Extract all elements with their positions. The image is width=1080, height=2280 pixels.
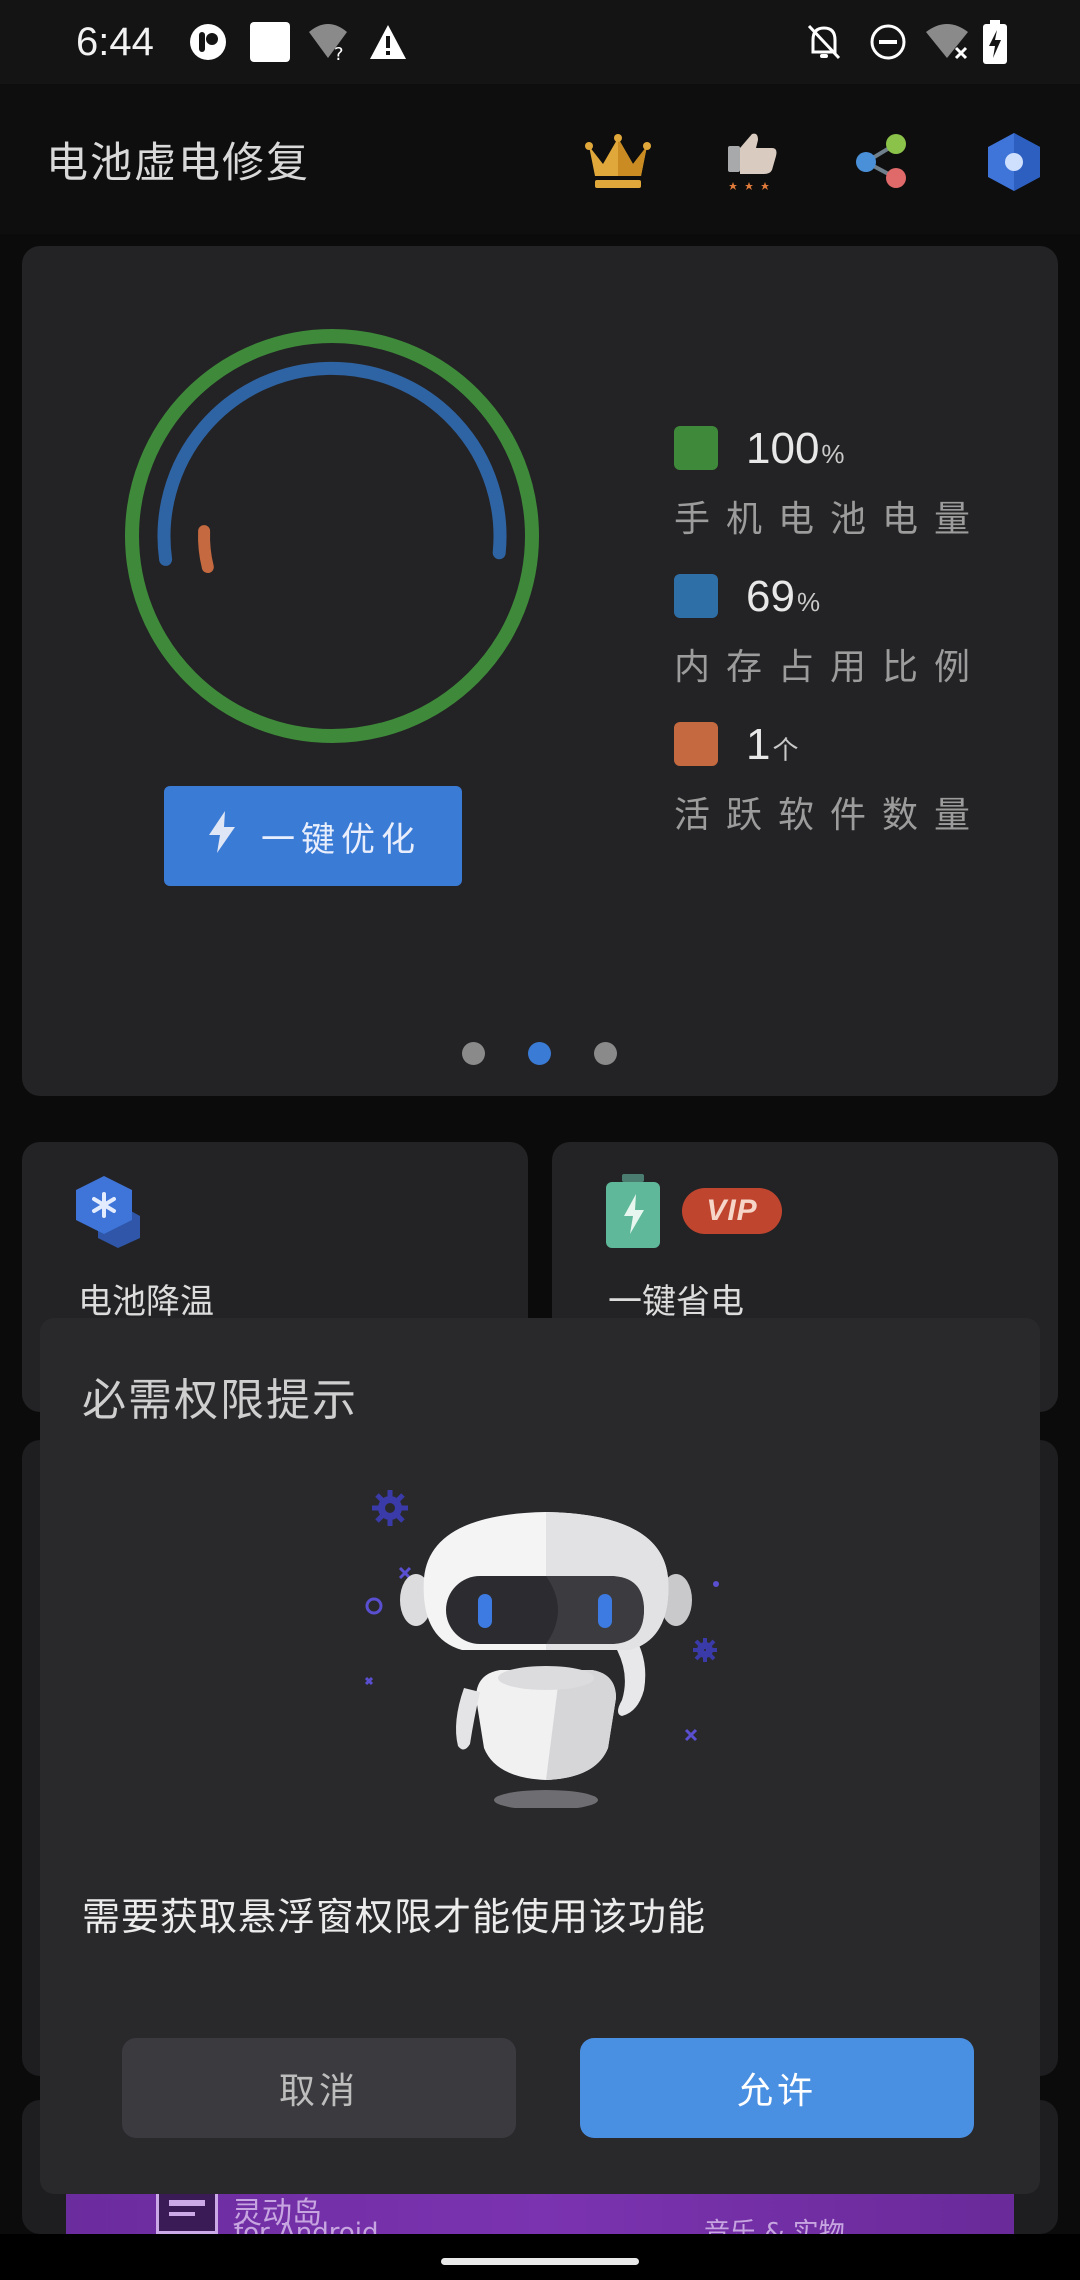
cancel-button[interactable]: 取消 <box>122 2038 516 2138</box>
robot-illustration-icon <box>364 1490 719 1808</box>
navigation-bar <box>0 2234 1080 2280</box>
home-gesture-handle[interactable] <box>441 2258 639 2265</box>
dialog-title: 必需权限提示 <box>82 1375 358 1426</box>
permission-dialog: 必需权限提示 需要获取悬浮窗权限才能使用该功能 取消 允许 <box>40 1318 1040 2194</box>
allow-button[interactable]: 允许 <box>580 2038 974 2138</box>
dialog-message: 需要获取悬浮窗权限才能使用该功能 <box>82 1895 707 1939</box>
